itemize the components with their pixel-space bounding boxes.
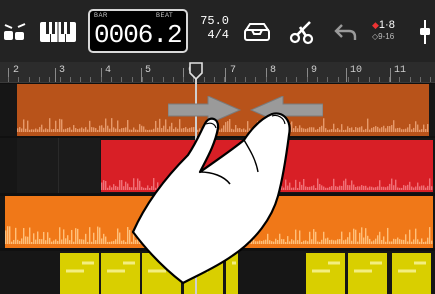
daw-screen: BAR BEAT 0006.2 75.0 4/4 ◆1·8 ◇9-16 2 3 …	[0, 0, 435, 294]
screenshot-frame: BAR BEAT 0006.2 75.0 4/4 ◆1·8 ◇9-16 2 3 …	[0, 0, 435, 294]
pinching-hand-icon	[131, 112, 291, 285]
